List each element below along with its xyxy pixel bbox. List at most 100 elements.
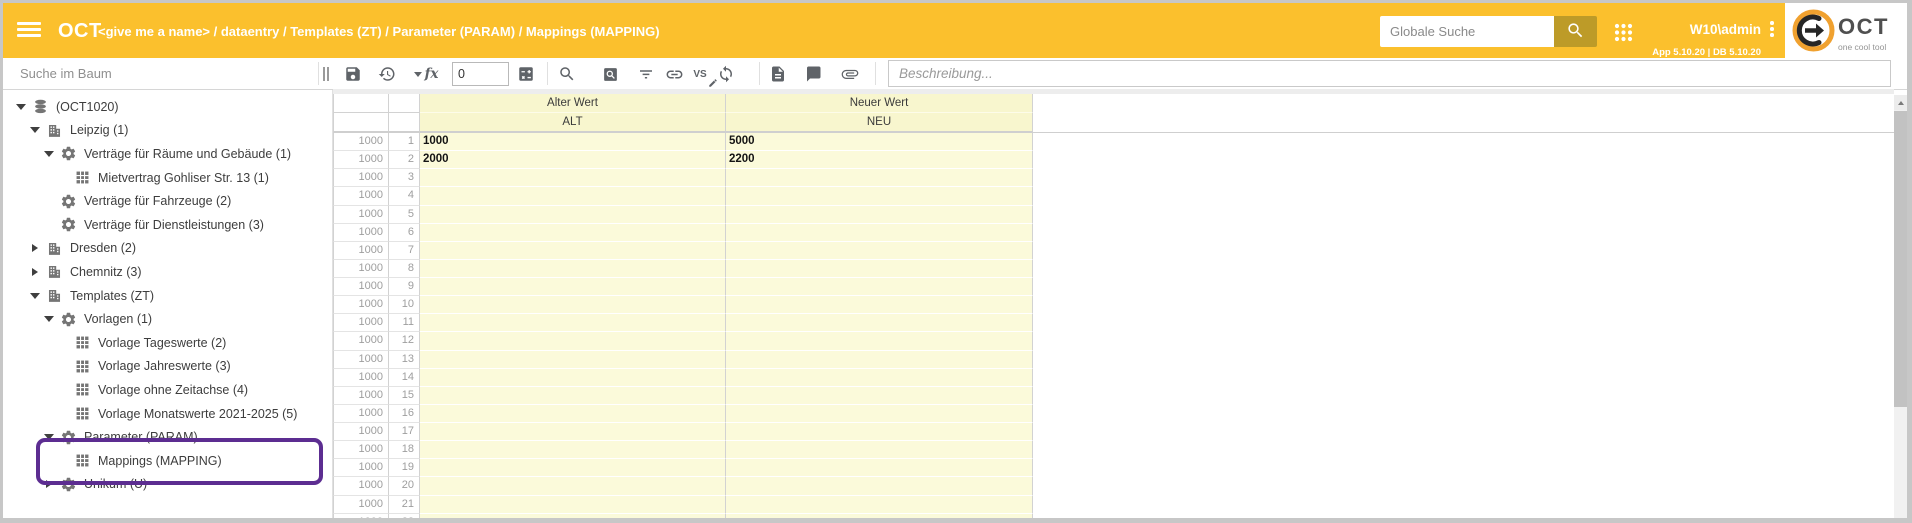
neu-value-cell[interactable] — [726, 332, 1033, 350]
document-icon[interactable] — [767, 64, 789, 84]
alt-value-cell[interactable]: 1000 — [420, 133, 726, 151]
tree-item-vorlage-ohne-zeitachse-4[interactable]: Vorlage ohne Zeitachse (4) — [3, 378, 332, 402]
expander-closed-icon[interactable] — [41, 480, 57, 488]
neu-value-cell[interactable] — [726, 169, 1033, 187]
row-number-cell[interactable]: 3 — [389, 169, 420, 187]
alt-value-cell[interactable] — [420, 387, 726, 405]
row-group-cell[interactable]: 1000 — [333, 242, 389, 260]
neu-value-cell[interactable] — [726, 369, 1033, 387]
neu-value-cell[interactable]: 2200 — [726, 151, 1033, 169]
alt-value-cell[interactable] — [420, 477, 726, 495]
tree-item-parameter-param[interactable]: Parameter (PARAM) — [3, 425, 332, 449]
row-group-cell[interactable]: 1000 — [333, 296, 389, 314]
recalculate-icon[interactable] — [515, 64, 537, 84]
tree-item-mappings-mapping[interactable]: Mappings (MAPPING) — [3, 449, 332, 473]
tree-item-vertr-ge-f-r-r-ume-und-geb-ude-1[interactable]: Verträge für Räume und Gebäude (1) — [3, 142, 332, 166]
row-number-cell[interactable]: 4 — [389, 187, 420, 205]
neu-value-cell[interactable] — [726, 278, 1033, 296]
row-group-cell[interactable]: 1000 — [333, 133, 389, 151]
row-group-cell[interactable]: 1000 — [333, 260, 389, 278]
expander-open-icon[interactable] — [27, 127, 43, 133]
formula-dropdown-icon[interactable]: fx — [409, 64, 443, 84]
row-number-cell[interactable]: 12 — [389, 332, 420, 350]
column-header-neu-code[interactable]: NEU — [726, 113, 1033, 132]
row-number-cell[interactable]: 6 — [389, 224, 420, 242]
expander-open-icon[interactable] — [27, 293, 43, 299]
row-group-cell[interactable]: 1000 — [333, 151, 389, 169]
row-group-cell[interactable]: 1000 — [333, 278, 389, 296]
row-number-cell[interactable]: 9 — [389, 278, 420, 296]
row-group-cell[interactable]: 1000 — [333, 187, 389, 205]
tree-item-chemnitz-3[interactable]: Chemnitz (3) — [3, 260, 332, 284]
row-group-cell[interactable]: 1000 — [333, 477, 389, 495]
row-number-cell[interactable]: 19 — [389, 459, 420, 477]
row-number-cell[interactable]: 2 — [389, 151, 420, 169]
tree-item-vorlagen-1[interactable]: Vorlagen (1) — [3, 307, 332, 331]
alt-value-cell[interactable] — [420, 314, 726, 332]
alt-value-cell[interactable] — [420, 423, 726, 441]
neu-value-cell[interactable] — [726, 387, 1033, 405]
row-number-cell[interactable]: 7 — [389, 242, 420, 260]
vertical-scrollbar[interactable] — [1894, 95, 1907, 518]
neu-value-cell[interactable] — [726, 224, 1033, 242]
alt-value-cell[interactable] — [420, 351, 726, 369]
tree-item-vorlage-monatswerte-2021-2025-5[interactable]: Vorlage Monatswerte 2021-2025 (5) — [3, 402, 332, 426]
history-icon[interactable] — [376, 64, 398, 84]
description-input[interactable] — [888, 60, 1891, 87]
kebab-menu-icon[interactable] — [1768, 21, 1776, 43]
scroll-up-button[interactable] — [1894, 95, 1907, 110]
neu-value-cell[interactable] — [726, 423, 1033, 441]
alt-value-cell[interactable] — [420, 278, 726, 296]
sidebar-splitter-handle[interactable] — [323, 67, 331, 81]
row-number-cell[interactable]: 10 — [389, 296, 420, 314]
refresh-icon[interactable] — [715, 64, 737, 84]
alt-value-cell[interactable] — [420, 441, 726, 459]
row-number-cell[interactable]: 20 — [389, 477, 420, 495]
row-number-cell[interactable]: 5 — [389, 206, 420, 224]
alt-value-cell[interactable] — [420, 169, 726, 187]
neu-value-cell[interactable]: 5000 — [726, 133, 1033, 151]
expander-open-icon[interactable] — [41, 316, 57, 322]
tree-item-vertr-ge-f-r-dienstleistungen-3[interactable]: Verträge für Dienstleistungen (3) — [3, 213, 332, 237]
row-group-cell[interactable]: 1000 — [333, 169, 389, 187]
tree-item-templates-zt[interactable]: Templates (ZT) — [3, 284, 332, 308]
tree-item-vorlage-jahreswerte-3[interactable]: Vorlage Jahreswerte (3) — [3, 355, 332, 379]
tree-item-dresden-2[interactable]: Dresden (2) — [3, 237, 332, 261]
expander-open-icon[interactable] — [41, 434, 57, 440]
alt-value-cell[interactable] — [420, 260, 726, 278]
row-number-cell[interactable]: 14 — [389, 369, 420, 387]
neu-value-cell[interactable] — [726, 351, 1033, 369]
row-group-cell[interactable]: 1000 — [333, 224, 389, 242]
tree-item-vorlage-tageswerte-2[interactable]: Vorlage Tageswerte (2) — [3, 331, 332, 355]
neu-value-cell[interactable] — [726, 459, 1033, 477]
current-user[interactable]: W10\admin — [1648, 18, 1761, 42]
expander-closed-icon[interactable] — [27, 244, 43, 252]
neu-value-cell[interactable] — [726, 477, 1033, 495]
alt-value-cell[interactable] — [420, 224, 726, 242]
alt-value-cell[interactable] — [420, 206, 726, 224]
neu-value-cell[interactable] — [726, 496, 1033, 514]
row-number-cell[interactable]: 15 — [389, 387, 420, 405]
neu-value-cell[interactable] — [726, 405, 1033, 423]
row-number-cell[interactable]: 22 — [389, 514, 420, 518]
tree-item-leipzig-1[interactable]: Leipzig (1) — [3, 119, 332, 143]
row-number-cell[interactable]: 17 — [389, 423, 420, 441]
row-number-cell[interactable]: 1 — [389, 133, 420, 151]
expander-open-icon[interactable] — [41, 151, 57, 157]
search-icon[interactable] — [556, 64, 578, 84]
alt-value-cell[interactable] — [420, 187, 726, 205]
alt-value-cell[interactable] — [420, 296, 726, 314]
neu-value-cell[interactable] — [726, 206, 1033, 224]
alt-value-cell[interactable] — [420, 405, 726, 423]
row-number-cell[interactable]: 13 — [389, 351, 420, 369]
alt-value-cell[interactable] — [420, 242, 726, 260]
row-group-cell[interactable]: 1000 — [333, 351, 389, 369]
neu-value-cell[interactable] — [726, 441, 1033, 459]
filter-icon[interactable] — [635, 64, 657, 84]
row-group-cell[interactable]: 1000 — [333, 206, 389, 224]
global-search-input[interactable] — [1380, 16, 1554, 47]
breadcrumb[interactable]: <give me a name> / dataentry / Templates… — [98, 24, 660, 39]
link-icon[interactable] — [663, 64, 685, 84]
row-group-cell[interactable]: 1000 — [333, 332, 389, 350]
search-in-grid-icon[interactable] — [599, 64, 621, 84]
